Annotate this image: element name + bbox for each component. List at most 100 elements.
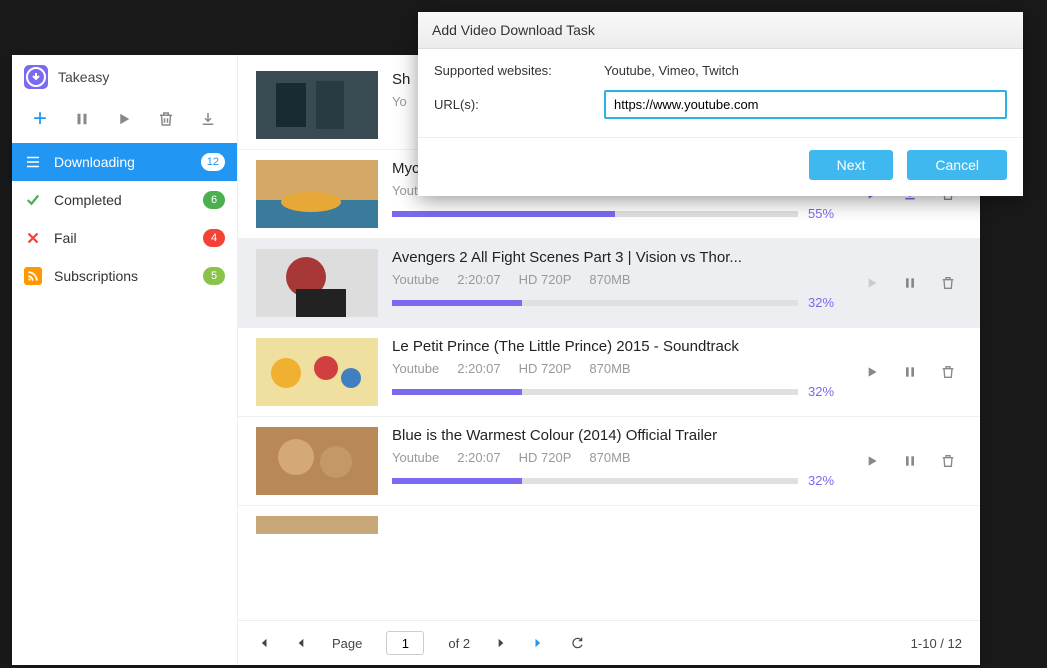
dialog-title: Add Video Download Task <box>418 12 1023 49</box>
progress: 32% <box>392 384 844 399</box>
refresh-button[interactable] <box>570 636 584 650</box>
nav-label: Subscriptions <box>54 268 191 284</box>
supported-label: Supported websites: <box>434 63 604 78</box>
page-range: 1-10 / 12 <box>911 636 962 651</box>
pause-button[interactable] <box>896 447 924 475</box>
nav-fail[interactable]: Fail 4 <box>12 219 237 257</box>
app-logo-icon <box>24 65 48 89</box>
download-meta: Youtube 2:20:07 HD 720P 870MB <box>392 361 844 376</box>
download-row[interactable]: Avengers 2 All Fight Scenes Part 3 | Vis… <box>238 239 980 328</box>
page-label: Page <box>332 636 362 651</box>
toolbar: + <box>12 99 237 143</box>
download-size: 870MB <box>589 450 630 465</box>
next-page-button[interactable] <box>494 636 508 650</box>
download-title: Blue is the Warmest Colour (2014) Offici… <box>392 427 844 444</box>
add-button[interactable]: + <box>20 103 60 135</box>
nav-subscriptions[interactable]: Subscriptions 5 <box>12 257 237 295</box>
play-button[interactable] <box>858 358 886 386</box>
row-actions <box>858 249 962 317</box>
dialog-footer: Next Cancel <box>418 137 1023 196</box>
thumbnail <box>256 160 378 228</box>
download-quality: HD 720P <box>519 361 572 376</box>
next-button[interactable]: Next <box>809 150 894 180</box>
thumbnail <box>256 71 378 139</box>
download-all-button[interactable] <box>188 103 228 135</box>
page-input[interactable] <box>386 631 424 655</box>
download-quality: HD 720P <box>519 450 572 465</box>
download-title: Le Petit Prince (The Little Prince) 2015… <box>392 338 844 355</box>
prev-page-button[interactable] <box>294 636 308 650</box>
supported-row: Supported websites: Youtube, Vimeo, Twit… <box>434 63 1007 78</box>
progress-bar <box>392 389 798 395</box>
download-quality: HD 720P <box>519 272 572 287</box>
download-title: Avengers 2 All Fight Scenes Part 3 | Vis… <box>392 249 844 266</box>
nav-badge: 12 <box>201 153 225 171</box>
download-source: Youtube <box>392 361 439 376</box>
app-header: Takeasy <box>12 55 237 99</box>
download-meta: Youtube 2:20:07 HD 720P 870MB <box>392 450 844 465</box>
nav: Downloading 12 Completed 6 Fail 4 Subscr… <box>12 143 237 295</box>
supported-value: Youtube, Vimeo, Twitch <box>604 63 739 78</box>
pause-all-button[interactable] <box>62 103 102 135</box>
download-row[interactable]: Blue is the Warmest Colour (2014) Offici… <box>238 417 980 506</box>
progress: 32% <box>392 473 844 488</box>
delete-button[interactable] <box>934 447 962 475</box>
url-row: URL(s): <box>434 90 1007 119</box>
progress-percent: 32% <box>808 295 844 310</box>
list-icon <box>24 153 42 171</box>
download-source: Youtube <box>392 272 439 287</box>
nav-label: Downloading <box>54 154 189 170</box>
progress-percent: 32% <box>808 384 844 399</box>
row-actions <box>858 338 962 406</box>
dialog-body: Supported websites: Youtube, Vimeo, Twit… <box>418 49 1023 137</box>
row-actions <box>858 427 962 495</box>
x-icon <box>24 229 42 247</box>
progress-bar <box>392 478 798 484</box>
pause-button[interactable] <box>896 269 924 297</box>
download-info: Avengers 2 All Fight Scenes Part 3 | Vis… <box>392 249 844 317</box>
thumbnail <box>256 427 378 495</box>
first-page-button[interactable] <box>256 636 270 650</box>
download-info: Le Petit Prince (The Little Prince) 2015… <box>392 338 844 406</box>
download-duration: 2:20:07 <box>457 450 500 465</box>
download-duration: 2:20:07 <box>457 272 500 287</box>
check-icon <box>24 191 42 209</box>
thumbnail <box>256 516 378 534</box>
progress-bar <box>392 300 798 306</box>
download-row[interactable]: Le Petit Prince (The Little Prince) 2015… <box>238 328 980 417</box>
thumbnail <box>256 338 378 406</box>
progress-percent: 32% <box>808 473 844 488</box>
download-source: Youtube <box>392 450 439 465</box>
play-button[interactable] <box>858 447 886 475</box>
download-row[interactable] <box>238 506 980 534</box>
app-name: Takeasy <box>58 69 109 85</box>
download-source: Yo <box>392 94 407 109</box>
add-task-dialog: Add Video Download Task Supported websit… <box>418 12 1023 196</box>
pause-button[interactable] <box>896 358 924 386</box>
download-meta: Youtube 2:20:07 HD 720P 870MB <box>392 272 844 287</box>
delete-button[interactable] <box>934 269 962 297</box>
nav-completed[interactable]: Completed 6 <box>12 181 237 219</box>
thumbnail <box>256 249 378 317</box>
download-size: 870MB <box>589 361 630 376</box>
pagination: Page of 2 1-10 / 12 <box>238 620 980 665</box>
nav-label: Completed <box>54 192 191 208</box>
delete-button[interactable] <box>934 358 962 386</box>
last-page-button[interactable] <box>532 636 546 650</box>
progress: 55% <box>392 206 844 221</box>
progress-percent: 55% <box>808 206 844 221</box>
play-all-button[interactable] <box>104 103 144 135</box>
nav-badge: 6 <box>203 191 225 209</box>
url-input[interactable] <box>604 90 1007 119</box>
download-duration: 2:20:07 <box>457 361 500 376</box>
play-button[interactable] <box>858 269 886 297</box>
url-label: URL(s): <box>434 97 604 112</box>
cancel-button[interactable]: Cancel <box>907 150 1007 180</box>
nav-badge: 5 <box>203 267 225 285</box>
page-of: of 2 <box>448 636 470 651</box>
rss-icon <box>24 267 42 285</box>
progress-bar <box>392 211 798 217</box>
delete-all-button[interactable] <box>146 103 186 135</box>
nav-downloading[interactable]: Downloading 12 <box>12 143 237 181</box>
nav-label: Fail <box>54 230 191 246</box>
